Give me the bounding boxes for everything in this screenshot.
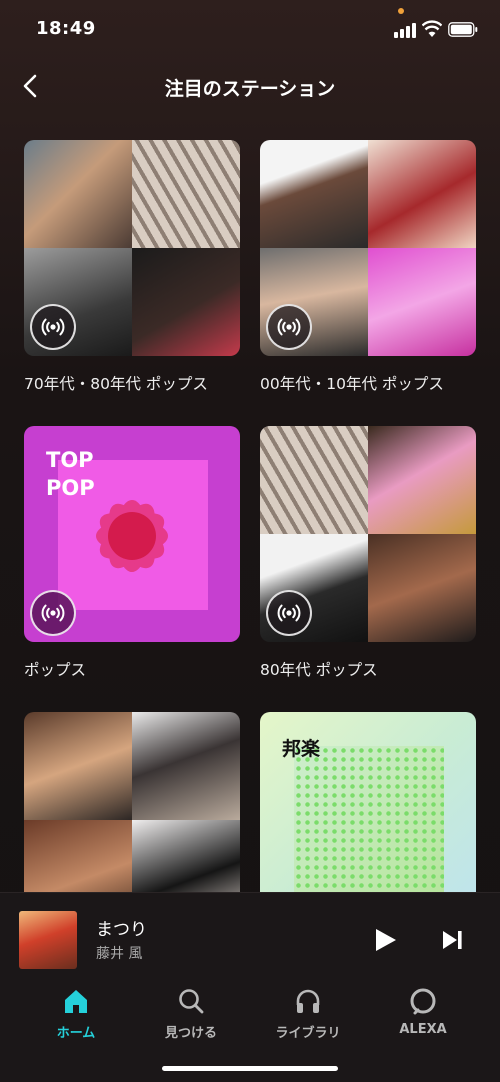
tab-label: 見つける <box>164 1026 217 1041</box>
cover-photo <box>132 140 240 248</box>
cellular-signal-icon <box>394 23 416 38</box>
nav-header: 注目のステーション <box>0 60 500 112</box>
cover-photo <box>368 140 476 248</box>
play-icon[interactable] <box>370 925 400 955</box>
search-icon <box>179 989 204 1014</box>
skip-next-icon[interactable] <box>438 927 466 953</box>
tab-alexa[interactable]: ALEXA <box>368 986 478 1037</box>
station-cover[interactable] <box>260 140 476 356</box>
home-indicator[interactable] <box>162 1066 338 1071</box>
station-card[interactable]: 00年代・10年代 ポップス <box>260 140 476 393</box>
radio-station-icon <box>266 590 312 636</box>
cover-photo <box>24 140 132 248</box>
status-bar: 18:49 <box>0 0 500 60</box>
station-card[interactable]: TOP POP ポップス <box>24 426 240 679</box>
cover-photo <box>132 248 240 356</box>
station-cover[interactable] <box>24 140 240 356</box>
station-label[interactable]: 70年代・80年代 ポップス <box>24 372 208 394</box>
cover-photo <box>260 140 368 248</box>
cover-photo <box>368 534 476 642</box>
tab-label: ホーム <box>56 1026 96 1041</box>
station-cover[interactable] <box>260 426 476 642</box>
cover-square <box>294 746 444 896</box>
alexa-icon <box>410 988 436 1015</box>
tab-label: ALEXA <box>399 1022 447 1037</box>
station-card[interactable]: 70年代・80年代 ポップス <box>24 140 240 393</box>
cover-photo <box>368 248 476 356</box>
track-artist[interactable]: 藤井 風 <box>96 943 142 963</box>
home-icon <box>65 990 87 1013</box>
tab-search[interactable]: 見つける <box>136 986 246 1041</box>
station-label[interactable]: 80年代 ポップス <box>260 658 378 680</box>
mini-player[interactable]: まつり 藤井 風 <box>0 892 500 979</box>
tab-library[interactable]: ライブラリ <box>253 986 363 1041</box>
station-card[interactable]: 80年代 ポップス <box>260 426 476 679</box>
mic-indicator-dot <box>398 8 404 14</box>
track-title[interactable]: まつり <box>96 915 147 940</box>
tab-label: ライブラリ <box>275 1026 341 1041</box>
station-label[interactable]: ポップス <box>24 658 86 680</box>
cover-photo <box>368 426 476 534</box>
wifi-icon <box>422 20 442 37</box>
cover-text-pop: POP <box>46 476 95 500</box>
cover-text-top: TOP <box>46 448 94 472</box>
status-time: 18:49 <box>36 18 96 39</box>
headphones-icon <box>296 989 320 1013</box>
cover-photo <box>24 712 132 820</box>
album-art[interactable] <box>19 911 77 969</box>
battery-icon <box>448 22 478 37</box>
screen: 18:49 注目のステーション 70年代・80年代 ポップス 00年代・10年代… <box>0 0 500 1082</box>
cover-text-hougaku: 邦楽 <box>282 738 321 760</box>
tab-home[interactable]: ホーム <box>21 986 131 1041</box>
station-cover[interactable]: TOP POP <box>24 426 240 642</box>
radio-station-icon <box>30 590 76 636</box>
cover-photo <box>132 712 240 820</box>
station-label[interactable]: 00年代・10年代 ポップス <box>260 372 444 394</box>
radio-station-icon <box>30 304 76 350</box>
radio-station-icon <box>266 304 312 350</box>
cover-photo <box>260 426 368 534</box>
page-title: 注目のステーション <box>164 78 336 100</box>
